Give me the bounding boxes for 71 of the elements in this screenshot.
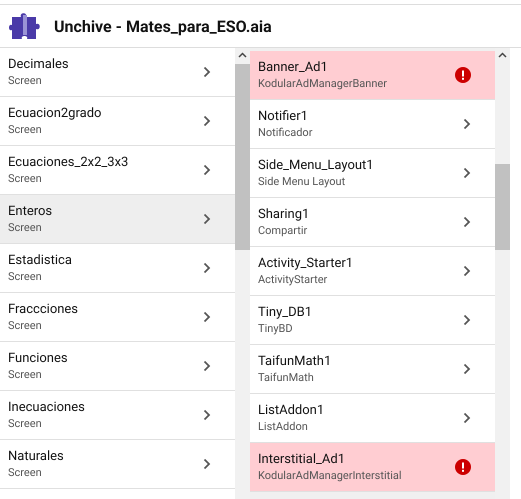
window-title: Unchive - Mates_para_ESO.aia [54, 16, 272, 36]
item-type: Screen [8, 270, 42, 284]
chevron-right-icon [203, 66, 211, 78]
item-name: Naturales [8, 448, 64, 466]
item-name: Ecuaciones_2x2_3x3 [8, 154, 128, 172]
item-name: Activity_Starter1 [258, 255, 354, 273]
scroll-thumb[interactable] [495, 164, 510, 250]
list-item[interactable]: Enteros Screen [0, 195, 235, 244]
list-item[interactable]: Side_Menu_Layout1 Side Menu Layout [250, 149, 495, 198]
item-type: Screen [8, 466, 42, 480]
list-item[interactable]: ListAddon1 ListAddon [250, 394, 495, 443]
chevron-right-icon [463, 265, 471, 277]
item-name: Banner_Ad1 [258, 59, 328, 77]
scroll-thumb[interactable] [235, 64, 250, 250]
list-item[interactable]: Notifier1 Notificador [250, 100, 495, 149]
item-name: Sharing1 [258, 206, 310, 224]
item-name: Ecuacion2grado [8, 105, 102, 123]
list-item[interactable]: Sharing1 Compartir [250, 198, 495, 247]
item-type: Screen [8, 123, 42, 137]
item-name: Enteros [8, 203, 52, 221]
item-name: TaifunMath1 [258, 353, 332, 371]
chevron-right-icon [463, 412, 471, 424]
item-name: Inecuaciones [8, 399, 85, 417]
chevron-right-icon [463, 216, 471, 228]
item-name: ListAddon1 [258, 402, 324, 420]
scroll-up-icon[interactable] [238, 52, 247, 58]
chevron-right-icon [203, 213, 211, 225]
chevron-right-icon [203, 360, 211, 372]
chevron-right-icon [463, 363, 471, 375]
item-type: TinyBD [258, 322, 293, 336]
item-type: ActivityStarter [258, 273, 328, 287]
item-name: Notifier1 [258, 108, 308, 126]
chevron-right-icon [203, 164, 211, 176]
item-type: KodularAdManagerInterstitial [258, 469, 402, 483]
item-type: Screen [8, 221, 42, 235]
chevron-right-icon [463, 118, 471, 130]
item-type: Screen [8, 74, 42, 88]
scroll-up-icon[interactable] [498, 52, 507, 58]
item-type: ListAddon [258, 420, 308, 434]
item-type: Notificador [258, 126, 312, 140]
item-type: Screen [8, 319, 42, 333]
scrollbar[interactable] [495, 48, 510, 499]
chevron-right-icon [463, 314, 471, 326]
item-name: Fraccciones [8, 301, 78, 319]
scrollbar[interactable] [235, 48, 250, 499]
chevron-right-icon [203, 262, 211, 274]
error-icon [455, 67, 471, 83]
chevron-right-icon [203, 115, 211, 127]
item-type: KodularAdManagerBanner [258, 77, 387, 91]
list-item[interactable]: Banner_Ad1 KodularAdManagerBanner [250, 51, 495, 100]
item-type: Compartir [258, 224, 308, 238]
item-type: Screen [8, 368, 42, 382]
chevron-right-icon [463, 167, 471, 179]
item-name: Tiny_DB1 [258, 304, 312, 322]
error-icon [455, 459, 471, 475]
item-name: Funciones [8, 350, 68, 368]
item-type: Screen [8, 417, 42, 431]
item-name: Interstitial_Ad1 [258, 451, 346, 469]
item-type: Side Menu Layout [258, 175, 346, 189]
chevron-right-icon [203, 409, 211, 421]
list-item[interactable]: TaifunMath1 TaifunMath [250, 345, 495, 394]
chevron-right-icon [203, 458, 211, 470]
item-name: Estadistica [8, 252, 72, 270]
item-name: Decimales [8, 56, 69, 74]
list-item[interactable]: Tiny_DB1 TinyBD [250, 296, 495, 345]
chevron-right-icon [203, 311, 211, 323]
item-type: Screen [8, 172, 42, 186]
item-type: TaifunMath [258, 371, 314, 385]
list-item[interactable]: Interstitial_Ad1 KodularAdManagerInterstitial [250, 443, 495, 492]
item-name: Side_Menu_Layout1 [258, 157, 374, 175]
list-item[interactable]: Activity_Starter1 ActivityStarter [250, 247, 495, 296]
